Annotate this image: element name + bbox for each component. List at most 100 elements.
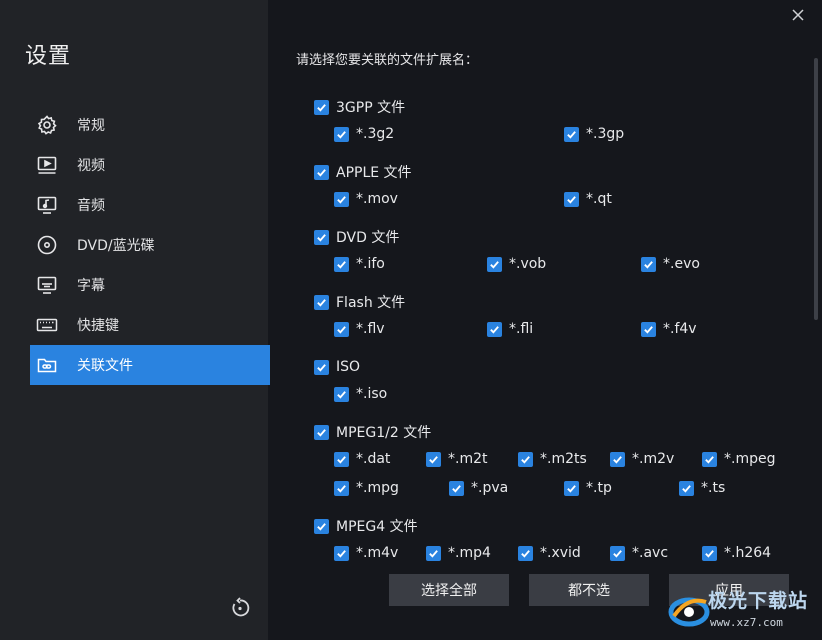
group-label: Flash 文件	[336, 295, 406, 311]
ext-checkbox-3g2[interactable]: *.3g2	[334, 125, 394, 143]
folder-link-icon	[36, 354, 58, 376]
ext-label: *.tp	[586, 480, 612, 496]
sidebar-nav: 常规 视频 音频 DVD/蓝光碟 字幕 快捷键 关联文件	[30, 105, 270, 385]
ext-label: *.3g2	[356, 126, 395, 142]
ext-checkbox-fli[interactable]: *.fli	[487, 320, 533, 338]
ext-checkbox-mov[interactable]: *.mov	[334, 190, 398, 208]
ext-label: *.m2v	[632, 451, 675, 467]
ext-label: *.m2t	[448, 451, 488, 467]
sidebar-item-general[interactable]: 常规	[30, 105, 270, 145]
ext-checkbox-m4v[interactable]: *.m4v	[334, 544, 398, 562]
sidebar-item-label: DVD/蓝光碟	[77, 238, 155, 254]
checkbox-checked-icon	[314, 359, 329, 375]
group-checkbox-flash[interactable]: Flash 文件	[314, 293, 405, 311]
checkbox-checked-icon	[426, 545, 441, 561]
group-label: APPLE 文件	[336, 165, 412, 181]
sidebar-item-dvd[interactable]: DVD/蓝光碟	[30, 225, 270, 265]
checkbox-checked-icon	[314, 99, 329, 115]
ext-checkbox-flv[interactable]: *.flv	[334, 320, 385, 338]
select-all-button[interactable]: 选择全部	[389, 574, 509, 606]
sidebar-item-subtitle[interactable]: 字幕	[30, 265, 270, 305]
ext-label: *.h264	[724, 545, 772, 561]
sidebar-item-label: 视频	[77, 158, 105, 174]
group-dvd: DVD 文件 *.ifo *.vob *.evo	[296, 222, 806, 287]
checkbox-checked-icon	[334, 321, 349, 337]
sidebar-item-video[interactable]: 视频	[30, 145, 270, 185]
ext-checkbox-evo[interactable]: *.evo	[641, 255, 700, 273]
group-label: MPEG1/2 文件	[336, 425, 432, 441]
ext-checkbox-mpg[interactable]: *.mpg	[334, 479, 399, 497]
ext-checkbox-vob[interactable]: *.vob	[487, 255, 546, 273]
scrollbar[interactable]	[814, 58, 818, 320]
ext-checkbox-f4v[interactable]: *.f4v	[641, 320, 697, 338]
sidebar-item-hotkeys[interactable]: 快捷键	[30, 305, 270, 345]
ext-label: *.mp4	[448, 545, 491, 561]
ext-checkbox-mpeg[interactable]: *.mpeg	[702, 450, 775, 468]
group-mpeg12: MPEG1/2 文件 *.dat *.m2t *.m2ts *.m2v *.mp…	[296, 417, 806, 511]
ext-checkbox-3gp[interactable]: *.3gp	[564, 125, 624, 143]
ext-label: *.iso	[356, 386, 388, 402]
ext-checkbox-ifo[interactable]: *.ifo	[334, 255, 385, 273]
group-checkbox-dvd[interactable]: DVD 文件	[314, 228, 399, 246]
ext-checkbox-pva[interactable]: *.pva	[449, 479, 508, 497]
group-mpeg4: MPEG4 文件 *.m4v *.mp4 *.xvid *.avc *.h264	[296, 511, 806, 567]
sidebar-item-audio[interactable]: 音频	[30, 185, 270, 225]
ext-checkbox-m2v[interactable]: *.m2v	[610, 450, 674, 468]
sidebar-title: 设置	[25, 44, 72, 69]
ext-label: *.f4v	[663, 321, 697, 337]
ext-checkbox-dat[interactable]: *.dat	[334, 450, 390, 468]
ext-checkbox-h264[interactable]: *.h264	[702, 544, 771, 562]
checkbox-checked-icon	[426, 451, 441, 467]
checkbox-checked-icon	[334, 545, 349, 561]
select-none-button[interactable]: 都不选	[529, 574, 649, 606]
ext-label: *.evo	[663, 256, 700, 272]
checkbox-checked-icon	[610, 545, 625, 561]
checkbox-checked-icon	[334, 386, 349, 402]
group-apple: APPLE 文件 *.mov *.qt	[296, 157, 806, 222]
checkbox-checked-icon	[334, 480, 349, 496]
checkbox-checked-icon	[314, 424, 329, 440]
group-checkbox-iso[interactable]: ISO	[314, 358, 360, 376]
ext-checkbox-iso[interactable]: *.iso	[334, 385, 387, 403]
audio-icon	[36, 194, 58, 216]
ext-checkbox-avc[interactable]: *.avc	[610, 544, 668, 562]
ext-checkbox-qt[interactable]: *.qt	[564, 190, 612, 208]
group-checkbox-apple[interactable]: APPLE 文件	[314, 163, 412, 181]
group-label: ISO	[336, 359, 361, 375]
checkbox-checked-icon	[564, 126, 579, 142]
close-button[interactable]	[789, 7, 807, 25]
sidebar: 设置 常规 视频 音频 DVD/蓝光碟 字幕 快捷键 关联文件	[0, 0, 270, 640]
ext-label: *.vob	[509, 256, 547, 272]
checkbox-checked-icon	[334, 256, 349, 272]
ext-label: *.pva	[471, 480, 509, 496]
subtitle-icon	[36, 274, 58, 296]
page-title: 请选择您要关联的文件扩展名：	[296, 53, 479, 68]
group-checkbox-mpeg4[interactable]: MPEG4 文件	[314, 517, 418, 535]
watermark: 极光下载站 www.xz7.com	[664, 580, 822, 640]
checkbox-checked-icon	[702, 451, 717, 467]
ext-label: *.3gp	[586, 126, 625, 142]
checkbox-checked-icon	[702, 545, 717, 561]
checkbox-checked-icon	[487, 321, 502, 337]
sidebar-item-label: 常规	[77, 118, 105, 134]
extension-list: 3GPP 文件 *.3g2 *.3gp APPLE 文件 *.mov *.qt …	[296, 92, 806, 567]
ext-label: *.mov	[356, 191, 398, 207]
reset-button[interactable]	[228, 597, 252, 622]
group-checkbox-mpeg12[interactable]: MPEG1/2 文件	[314, 423, 431, 441]
ext-checkbox-m2t[interactable]: *.m2t	[426, 450, 487, 468]
ext-checkbox-m2ts[interactable]: *.m2ts	[518, 450, 587, 468]
ext-checkbox-tp[interactable]: *.tp	[564, 479, 612, 497]
ext-label: *.fli	[509, 321, 534, 337]
keyboard-icon	[36, 314, 58, 336]
ext-checkbox-xvid[interactable]: *.xvid	[518, 544, 581, 562]
ext-checkbox-mp4[interactable]: *.mp4	[426, 544, 491, 562]
sidebar-item-file-association[interactable]: 关联文件	[30, 345, 270, 385]
ext-label: *.xvid	[540, 545, 581, 561]
video-icon	[36, 154, 58, 176]
checkbox-checked-icon	[314, 229, 329, 245]
checkbox-checked-icon	[564, 191, 579, 207]
ext-checkbox-ts[interactable]: *.ts	[679, 479, 725, 497]
group-checkbox-3gpp[interactable]: 3GPP 文件	[314, 98, 405, 116]
ext-label: *.qt	[586, 191, 612, 207]
disc-icon	[36, 234, 58, 256]
